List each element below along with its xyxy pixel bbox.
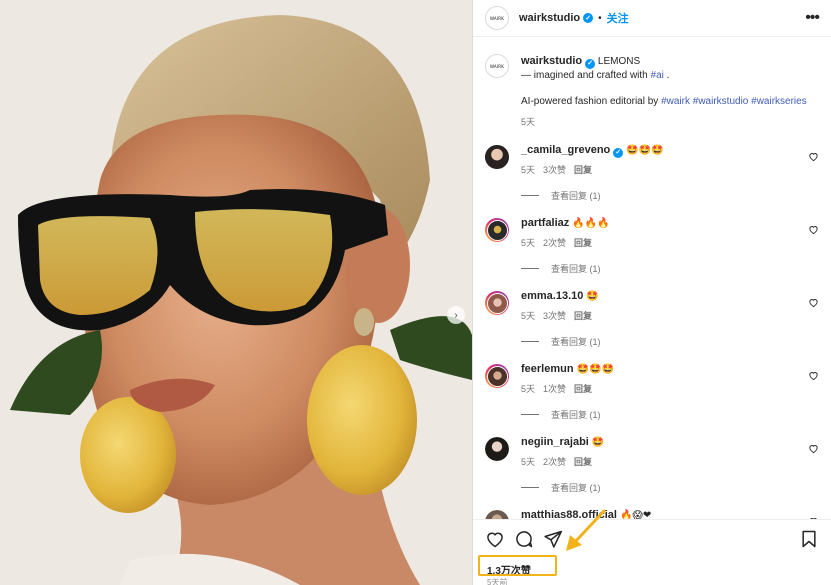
portrait-illustration xyxy=(0,0,472,585)
comment-item: matthias88.official 🔥😱❤ xyxy=(485,508,819,519)
commenter-avatar[interactable] xyxy=(485,510,509,519)
reply-button[interactable]: 回复 xyxy=(574,457,592,467)
heart-outline-icon[interactable] xyxy=(808,370,819,381)
separator-dot: • xyxy=(598,12,602,24)
view-replies-button[interactable]: 查看回复 (1) xyxy=(521,335,819,348)
heart-outline-icon[interactable] xyxy=(808,297,819,308)
comment-icon[interactable] xyxy=(514,529,534,549)
caption-username[interactable]: wairkstudio xyxy=(521,55,582,67)
comment-text: 🤩🤩🤩 xyxy=(626,145,664,156)
commenter-username[interactable]: partfaliaz xyxy=(521,217,569,229)
comment-text: 🤩 xyxy=(586,291,599,302)
verified-badge-icon: ✓ xyxy=(613,148,624,158)
verified-badge-icon: ✓ xyxy=(585,59,596,69)
likes-count[interactable]: 1.3万次赞 xyxy=(487,562,531,577)
commenter-avatar[interactable] xyxy=(485,291,509,315)
heart-outline-icon[interactable] xyxy=(808,151,819,162)
more-options-icon[interactable]: ••• xyxy=(805,10,820,26)
view-replies-button[interactable]: 查看回复 (1) xyxy=(521,189,819,202)
reply-button[interactable]: 回复 xyxy=(574,384,592,394)
commenter-username[interactable]: emma.13.10 xyxy=(521,290,583,302)
view-replies-button[interactable]: 查看回复 (1) xyxy=(521,408,819,421)
post-side-panel: WAIRK wairkstudio ✓ • 关注 ••• WAIRK wairk… xyxy=(472,0,831,585)
hashtag-link[interactable]: #wairk xyxy=(661,96,690,107)
caption-line2-text: — imagined and crafted with xyxy=(521,70,651,81)
view-replies-button[interactable]: 查看回复 (1) xyxy=(521,481,819,494)
post-action-bar: 1.3万次赞 5天前 xyxy=(473,519,831,585)
author-avatar[interactable]: WAIRK xyxy=(485,6,509,30)
reply-button[interactable]: 回复 xyxy=(574,311,592,321)
post-image: › xyxy=(0,0,472,585)
comment-time: 5天 xyxy=(521,457,536,467)
commenter-username[interactable]: matthias88.official xyxy=(521,509,617,519)
view-replies-button[interactable]: 查看回复 (1) xyxy=(521,262,819,275)
comment-text: 🤩🤩🤩 xyxy=(576,364,614,375)
logo-text: WAIRK xyxy=(489,63,505,69)
comment-text: 🤩 xyxy=(591,437,605,448)
hashtag-link[interactable]: #wairkseries xyxy=(751,96,807,107)
next-image-button[interactable]: › xyxy=(447,306,465,324)
chevron-right-icon: › xyxy=(454,309,458,321)
comment-item: emma.13.10 🤩 5天 3次赞 回复 查看回复 (1) xyxy=(485,289,819,348)
heart-outline-icon[interactable] xyxy=(808,443,819,454)
caption-time: 5天 xyxy=(521,117,536,127)
heart-outline-icon[interactable] xyxy=(808,224,819,235)
commenter-avatar[interactable] xyxy=(485,437,509,461)
logo-text: WAIRK xyxy=(489,15,505,21)
post-timestamp: 5天前 xyxy=(487,578,508,585)
comment-time: 5天 xyxy=(521,311,536,321)
commenter-avatar[interactable] xyxy=(485,218,509,242)
comment-likes[interactable]: 2次赞 xyxy=(543,457,566,467)
commenter-avatar[interactable] xyxy=(485,145,509,169)
comment-item: _camila_greveno ✓ 🤩🤩🤩 5天 3次赞 回复 查看回复 (1) xyxy=(485,143,819,202)
hashtag-link[interactable]: #ai xyxy=(651,70,664,81)
commenter-username[interactable]: negiin_rajabi xyxy=(521,436,589,448)
comment-likes[interactable]: 3次赞 xyxy=(543,311,566,321)
comment-item: partfaliaz 🔥🔥🔥 5天 2次赞 回复 查看回复 (1) xyxy=(485,216,819,275)
comment-text: 🔥😱❤ xyxy=(619,510,652,519)
comment-text: 🔥🔥🔥 xyxy=(572,218,610,229)
reply-button[interactable]: 回复 xyxy=(574,165,592,175)
caption-avatar[interactable]: WAIRK xyxy=(485,54,509,78)
commenter-username[interactable]: _camila_greveno xyxy=(521,144,610,156)
author-username[interactable]: wairkstudio xyxy=(519,12,580,24)
post-header: WAIRK wairkstudio ✓ • 关注 ••• xyxy=(473,0,831,37)
heart-icon[interactable] xyxy=(485,529,505,549)
caption-title: LEMONS xyxy=(597,56,641,67)
comment-likes[interactable]: 3次赞 xyxy=(543,165,566,175)
follow-button[interactable]: 关注 xyxy=(607,10,629,26)
bookmark-icon[interactable] xyxy=(799,529,819,549)
verified-badge-icon: ✓ xyxy=(583,13,594,23)
comment-likes[interactable]: 1次赞 xyxy=(543,384,566,394)
comments-scroll-area[interactable]: WAIRK wairkstudio ✓ LEMONS — imagined and… xyxy=(473,38,831,519)
caption-line2-suffix: . xyxy=(663,70,670,81)
comment-item: negiin_rajabi 🤩 5天 2次赞 回复 查看回复 (1) xyxy=(485,435,819,494)
commenter-avatar[interactable] xyxy=(485,364,509,388)
comment-time: 5天 xyxy=(521,238,536,248)
send-icon[interactable] xyxy=(543,529,563,549)
commenter-username[interactable]: feerlemun xyxy=(521,363,574,375)
hashtag-link[interactable]: #wairkstudio xyxy=(693,96,749,107)
comment-time: 5天 xyxy=(521,384,536,394)
comment-item: feerlemun 🤩🤩🤩 5天 1次赞 回复 查看回复 (1) xyxy=(485,362,819,421)
caption-line3-text: AI-powered fashion editorial by xyxy=(521,96,662,107)
reply-button[interactable]: 回复 xyxy=(574,238,592,248)
comment-time: 5天 xyxy=(521,165,536,175)
post-caption: WAIRK wairkstudio ✓ LEMONS — imagined and… xyxy=(485,38,819,129)
comment-likes[interactable]: 2次赞 xyxy=(543,238,566,248)
